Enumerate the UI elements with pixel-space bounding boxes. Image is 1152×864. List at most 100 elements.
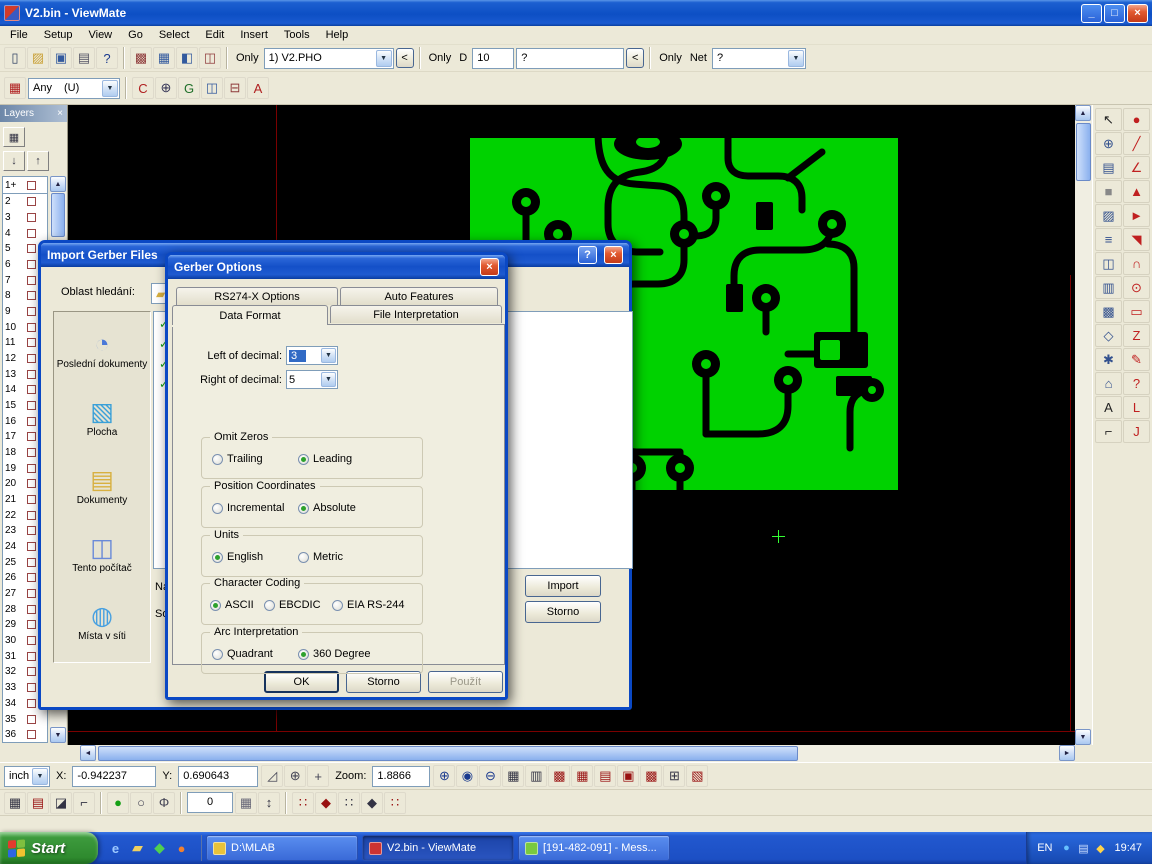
layer-swatch[interactable] [27,495,36,504]
close-button[interactable]: × [1127,4,1148,23]
pattern-b-icon[interactable]: ◆ [315,792,337,814]
menu-item-tools[interactable]: Tools [276,27,318,43]
messenger-icon[interactable]: ● [1058,840,1074,856]
taskbar-task-d-mlab[interactable]: D:\MLAB [206,835,358,861]
corner-mode-icon[interactable]: ⌐ [73,792,95,814]
x-coordinate-field[interactable]: -0.942237 [72,766,156,787]
rotation-field[interactable]: 0 [187,792,233,813]
layer-swatch[interactable] [27,589,36,598]
prev-layer-button[interactable]: < [396,48,414,68]
layer-swatch[interactable] [27,401,36,410]
chevron-down-icon[interactable]: ▼ [788,50,804,67]
layer-swatch[interactable] [27,652,36,661]
triangle-tool-icon[interactable]: ▲ [1123,180,1150,203]
layer-swatch[interactable] [27,370,36,379]
right-decimal-combobox[interactable]: 5 ▼ [286,370,338,389]
radio-absolute[interactable]: Absolute [298,502,356,514]
circle-tool-icon[interactable]: ⊙ [1123,276,1150,299]
select-grid-icon[interactable]: ▦ [153,47,175,69]
query-tool-icon[interactable]: ? [1123,372,1150,395]
layer-swatch[interactable] [27,605,36,614]
place-tento-po-ta[interactable]: ◫Tento počítač [54,520,150,588]
chevron-down-icon[interactable]: ▼ [321,348,336,363]
layer-down-button[interactable]: ↓ [3,151,25,171]
taskbar-task-v2-bin-viewmate[interactable]: V2.bin - ViewMate [362,835,514,861]
select-frame-icon[interactable]: ◧ [176,47,198,69]
layer-row-35[interactable]: 35 [3,711,47,727]
layer-swatch[interactable] [27,197,36,206]
scroll-up-icon[interactable]: ▲ [50,176,66,192]
layer-swatch[interactable] [27,181,36,190]
chevron-down-icon[interactable]: ▼ [321,372,336,387]
radio-quadrant[interactable]: Quadrant [212,648,273,660]
layer-swatch[interactable] [27,291,36,300]
layers-tool-icon[interactable]: ▤ [1095,156,1122,179]
layer-swatch[interactable] [27,511,36,520]
film-b-icon[interactable]: ▦ [571,765,593,787]
fill-tool-icon[interactable]: ■ [1095,180,1122,203]
y-coordinate-field[interactable]: 0.690643 [178,766,258,787]
chevron-down-icon[interactable]: ▼ [376,50,392,67]
place-m-sta-v-s-ti[interactable]: ◍Místa v síti [54,588,150,656]
radio-trailing[interactable]: Trailing [212,453,263,465]
place-dokumenty[interactable]: ▤Dokumenty [54,452,150,520]
menu-item-help[interactable]: Help [318,27,357,43]
layer-swatch[interactable] [27,323,36,332]
layer-swatch[interactable] [27,683,36,692]
mirror-h-icon[interactable]: ◫ [201,77,223,99]
layer-swatch[interactable] [27,417,36,426]
help-button[interactable]: ? [578,246,597,264]
menu-item-edit[interactable]: Edit [197,27,232,43]
target-icon[interactable]: ⊕ [284,765,306,787]
layer-swatch[interactable] [27,620,36,629]
frame-tool-icon[interactable]: ▭ [1123,300,1150,323]
z-tool-icon[interactable]: Z [1123,324,1150,347]
radio-eia-rs-244[interactable]: EIA RS-244 [332,599,404,611]
tab-auto-features[interactable]: Auto Features [340,287,498,305]
layer-table-button[interactable]: ▦ [3,127,25,147]
horizontal-scrollbar[interactable]: ◄ ► [80,745,1075,762]
home-tool-icon[interactable]: ⌂ [1095,372,1122,395]
pencil-tool-icon[interactable]: ✎ [1123,348,1150,371]
layer-swatch[interactable] [27,636,36,645]
print-icon[interactable]: ▤ [73,47,95,69]
start-button[interactable]: Start [0,832,98,864]
film-f-icon[interactable]: ⊞ [663,765,685,787]
storno-button[interactable]: Storno [525,601,601,623]
layer-swatch[interactable] [27,213,36,222]
layer-swatch[interactable] [27,338,36,347]
layer-swatch[interactable] [27,699,36,708]
ie-icon[interactable]: e [107,840,124,857]
rows-tool-icon[interactable]: ▥ [1095,276,1122,299]
layer-swatch[interactable] [27,715,36,724]
layer-up-button[interactable]: ↑ [27,151,49,171]
close-button[interactable]: × [480,258,499,276]
l-tool-icon[interactable]: L [1123,396,1150,419]
pattern-c-icon[interactable]: ∷ [338,792,360,814]
wedge-tool-icon[interactable]: ◥ [1123,228,1150,251]
select-all-icon[interactable]: ▩ [130,47,152,69]
layer-swatch[interactable] [27,558,36,567]
text-mode-icon[interactable]: A [247,77,269,99]
zoom-select-icon[interactable]: ◉ [456,765,478,787]
radio-ebcdic[interactable]: EBCDIC [264,599,321,611]
layer-swatch[interactable] [27,432,36,441]
pattern-a-icon[interactable]: ∷ [292,792,314,814]
active-layer-row[interactable]: 1+ [2,176,48,194]
scroll-down-icon[interactable]: ▼ [50,727,66,743]
chevron-down-icon[interactable]: ▼ [102,80,118,97]
layer-row-2[interactable]: 2 [3,194,47,210]
hatch-tool-icon[interactable]: ▨ [1095,204,1122,227]
active-layer-combobox[interactable]: 1) V2.PHO ▼ [264,48,394,69]
circle-mode-icon[interactable]: ○ [130,792,152,814]
net-combobox[interactable]: ? ▼ [712,48,806,69]
origin-icon[interactable]: ⊕ [155,77,177,99]
layer-swatch[interactable] [27,730,36,739]
layer-swatch[interactable] [27,448,36,457]
gerber-dialog-titlebar[interactable]: Gerber Options × [168,255,505,279]
layer-swatch[interactable] [27,307,36,316]
antivirus-icon[interactable]: ◆ [151,840,168,857]
mirror-v-icon[interactable]: ⊟ [224,77,246,99]
snap-indicator-icon[interactable]: ● [107,792,129,814]
select-pad-icon[interactable]: ◫ [199,47,221,69]
